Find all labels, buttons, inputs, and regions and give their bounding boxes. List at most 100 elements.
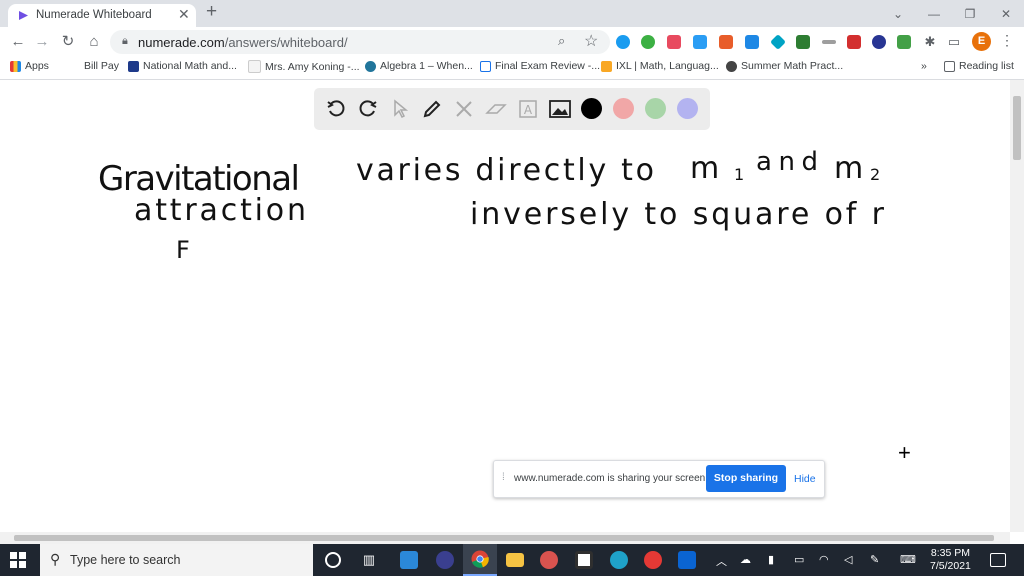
bookmark-label: Final Exam Review -...: [495, 60, 601, 72]
close-tab-icon[interactable]: ✕: [178, 6, 190, 23]
tray-overflow-icon[interactable]: ︿: [716, 553, 727, 569]
back-icon[interactable]: ←: [8, 32, 28, 52]
hw-m1: m: [690, 151, 719, 186]
extension-icon[interactable]: [667, 35, 681, 49]
browser-toolbar: ← → ↻ ⌂ 🔒︎ numerade.com/answers/whiteboa…: [0, 27, 1024, 57]
windows-taskbar: ⚲ Type here to search ▥ ︿ ☁︎ ▮ ▭ ◠ ◁ ✎ ⌨…: [0, 544, 1024, 576]
bookmark-final-exam[interactable]: Final Exam Review -...: [480, 60, 600, 72]
wordpress-icon: [365, 60, 376, 72]
bookmark-label: IXL | Math, Languag...: [616, 60, 719, 72]
file-explorer-icon[interactable]: [498, 544, 532, 576]
home-icon[interactable]: ⌂: [84, 32, 104, 52]
notification-center-icon[interactable]: [990, 553, 1006, 567]
stop-sharing-button[interactable]: Stop sharing: [706, 465, 786, 492]
search-icon: ⚲: [50, 551, 61, 567]
bookmark-star-icon[interactable]: ☆: [584, 31, 598, 51]
edge-icon[interactable]: [602, 544, 636, 576]
outlook-icon[interactable]: [670, 544, 704, 576]
windows-start-icon[interactable]: [10, 552, 26, 568]
puzzle-extensions-icon[interactable]: ✱: [920, 32, 940, 52]
lock-icon[interactable]: 🔒︎: [122, 35, 128, 48]
taskbar-search-box[interactable]: ⚲ Type here to search: [40, 544, 313, 576]
photos-app-icon[interactable]: [392, 544, 426, 576]
search-placeholder: Type here to search: [70, 553, 181, 567]
extension-icon[interactable]: [770, 34, 786, 50]
extension-icon[interactable]: [719, 35, 733, 49]
forward-icon[interactable]: →: [32, 32, 52, 52]
clock-date: 7/5/2021: [930, 560, 971, 572]
url-text[interactable]: numerade.com/answers/whiteboard/: [138, 35, 348, 50]
store-icon[interactable]: [567, 544, 601, 576]
calendar-icon: [480, 60, 491, 72]
vertical-scrollbar[interactable]: [1010, 80, 1024, 532]
keyboard-icon[interactable]: ⌨: [900, 553, 916, 566]
bookmark-algebra[interactable]: Algebra 1 – When...: [365, 60, 473, 72]
address-bar[interactable]: 🔒︎ numerade.com/answers/whiteboard/ ⌕ ☆: [110, 30, 610, 54]
media-app-icon[interactable]: [428, 544, 462, 576]
bookmark-label: Bill Pay: [84, 60, 120, 72]
restore-icon[interactable]: ❐: [952, 7, 988, 21]
bookmarks-bar: Apps Bill Pay National Math and... Mrs. …: [0, 57, 1024, 80]
ixl-icon: [601, 60, 612, 72]
hw-attraction: attraction: [134, 193, 306, 228]
handwritten-notes: Gravitational attraction F varies direct…: [98, 147, 885, 264]
tab-strip: Numerade Whiteboard ✕ + ⌄ — ❐ ✕: [0, 0, 1024, 27]
url-path: /answers/whiteboard/: [224, 35, 348, 50]
screen-recorder-icon[interactable]: [532, 544, 566, 576]
bookmark-bill-pay[interactable]: Bill Pay: [84, 60, 119, 72]
extension-icon[interactable]: [616, 35, 630, 49]
google-sites-icon: [248, 60, 261, 73]
extension-icon[interactable]: [872, 35, 886, 49]
wifi-icon[interactable]: ◠: [819, 553, 829, 566]
extension-icon[interactable]: [745, 35, 759, 49]
bookmark-amy-koning[interactable]: Mrs. Amy Koning -...: [248, 60, 360, 73]
bookmark-summer-math[interactable]: Summer Math Pract...: [726, 60, 843, 72]
extension-icon[interactable]: [693, 35, 707, 49]
minimize-icon[interactable]: —: [916, 7, 952, 21]
drag-handle-icon[interactable]: ⁞: [502, 472, 505, 483]
chrome-taskbar-icon[interactable]: [463, 544, 497, 576]
reload-icon[interactable]: ↻: [58, 32, 78, 52]
extension-icon[interactable]: [641, 35, 655, 49]
bookmark-ixl[interactable]: IXL | Math, Languag...: [601, 60, 719, 72]
bookmark-label: Algebra 1 – When...: [380, 60, 473, 72]
hw-varies-directly: varies directly to: [356, 153, 654, 188]
tray-app-icon[interactable]: ▮: [768, 553, 774, 566]
profile-avatar[interactable]: E: [972, 32, 991, 51]
pen-workspace-icon[interactable]: ✎: [870, 553, 879, 566]
extension-icon[interactable]: [796, 35, 810, 49]
horizontal-scrollbar[interactable]: [0, 532, 1010, 544]
clock-time: 8:35 PM: [930, 547, 970, 559]
extension-icon[interactable]: [897, 35, 911, 49]
bookmark-apps[interactable]: Apps: [10, 60, 49, 72]
horizontal-scrollbar-thumb[interactable]: [14, 535, 994, 541]
share-message: www.numerade.com is sharing your screen.: [514, 473, 708, 484]
profile-dropdown-icon[interactable]: ⌄: [880, 7, 916, 21]
reading-list-button[interactable]: Reading list: [944, 60, 1014, 72]
close-window-icon[interactable]: ✕: [988, 7, 1024, 21]
app-icon[interactable]: [636, 544, 670, 576]
zoom-search-icon[interactable]: ⌕: [558, 33, 565, 49]
taskbar-clock[interactable]: 8:35 PM 7/5/2021: [930, 547, 971, 573]
hw-m2: m: [834, 151, 863, 186]
volume-icon[interactable]: ◁: [844, 553, 852, 566]
onedrive-icon[interactable]: ☁︎: [740, 553, 751, 566]
tab-title: Numerade Whiteboard: [36, 9, 152, 21]
new-tab-button[interactable]: +: [206, 2, 217, 22]
bookmark-national-math[interactable]: National Math and...: [128, 60, 237, 72]
pdf-extension-icon[interactable]: [847, 35, 861, 49]
hw-m2-subscript: 2: [870, 165, 880, 184]
more-menu-icon[interactable]: ⋮: [1000, 32, 1014, 49]
cortana-icon[interactable]: [316, 544, 350, 576]
task-view-icon[interactable]: ▥: [352, 544, 386, 576]
extension-icon[interactable]: [822, 40, 836, 44]
bookmark-label: Summer Math Pract...: [741, 60, 844, 72]
numerade-logo-icon: [19, 11, 28, 20]
battery-icon[interactable]: ▭: [794, 553, 804, 566]
cast-icon[interactable]: ▭: [944, 32, 964, 52]
hide-button[interactable]: Hide: [794, 473, 816, 485]
browser-tab[interactable]: Numerade Whiteboard ✕: [8, 4, 196, 27]
reading-list-icon: [944, 60, 955, 72]
bookmarks-overflow-icon[interactable]: »: [921, 60, 927, 72]
scrollbar-thumb[interactable]: [1013, 96, 1021, 160]
